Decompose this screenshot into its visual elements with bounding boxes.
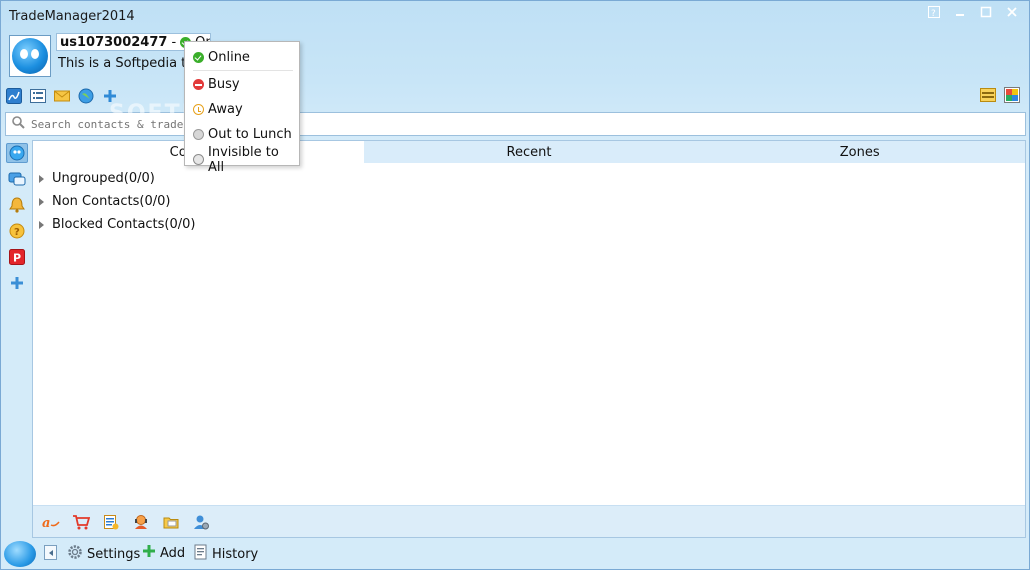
username-separator: - <box>171 34 177 50</box>
minimize-icon[interactable] <box>949 4 971 20</box>
main-window: TradeManager2014 ? us1073002477 - Online… <box>0 0 1030 570</box>
status-dropdown-menu: Online Busy Away Out to Lunch Invisible … <box>184 41 300 175</box>
svg-text:a: a <box>42 516 50 529</box>
tab-recent[interactable]: Recent <box>363 141 695 163</box>
menu-item-out-to-lunch[interactable]: Out to Lunch <box>185 122 299 147</box>
expand-arrow-icon[interactable] <box>39 220 44 229</box>
settings-button[interactable]: Settings <box>67 544 140 564</box>
list-icon[interactable] <box>29 87 47 105</box>
group-label: Blocked Contacts(0/0) <box>52 217 196 232</box>
contacts-icon[interactable] <box>6 143 28 163</box>
menu-item-label: Away <box>208 102 243 117</box>
history-label: History <box>212 546 259 562</box>
search-box[interactable] <box>5 112 1026 136</box>
maximize-icon[interactable] <box>975 4 997 20</box>
menu-item-busy[interactable]: Busy <box>185 72 299 97</box>
signature-text[interactable]: This is a Softpedia tes <box>58 56 201 71</box>
search-icon <box>12 115 25 133</box>
svg-text:?: ? <box>931 9 936 18</box>
close-icon[interactable] <box>1001 4 1023 20</box>
gear-icon <box>67 544 83 564</box>
online-status-icon <box>193 52 204 63</box>
main-toolbar <box>5 86 119 106</box>
plus-icon[interactable] <box>101 87 119 105</box>
app-title: TradeManager2014 <box>9 9 135 24</box>
group-ungrouped[interactable]: Ungrouped(0/0) <box>33 167 1025 190</box>
add-button[interactable]: Add <box>142 544 185 562</box>
add-plus-icon <box>142 544 156 562</box>
expand-arrow-icon[interactable] <box>39 174 44 183</box>
group-label: Ungrouped(0/0) <box>52 171 155 186</box>
p-icon[interactable]: P <box>6 247 28 267</box>
messages-icon[interactable] <box>6 169 28 189</box>
toolbar-right <box>979 86 1021 104</box>
account-icon[interactable] <box>191 512 211 532</box>
username: us1073002477 <box>60 34 168 50</box>
avatar-face-icon <box>12 38 48 74</box>
skin-icon[interactable] <box>1003 86 1021 104</box>
add-icon[interactable] <box>6 273 28 293</box>
bottom-toolbar: a <box>33 505 1025 537</box>
service-icon[interactable] <box>131 512 151 532</box>
invisible-status-icon <box>193 154 204 165</box>
orders-icon[interactable] <box>101 512 121 532</box>
menu-item-label: Busy <box>208 77 240 92</box>
collapse-button[interactable] <box>44 545 57 560</box>
busy-status-icon <box>193 79 204 90</box>
tab-bar: Contacts Recent Zones <box>33 141 1026 163</box>
globe-icon[interactable] <box>77 87 95 105</box>
help-icon[interactable]: ? <box>923 4 945 20</box>
history-icon <box>194 544 208 564</box>
menu-item-invisible[interactable]: Invisible to All <box>185 144 299 175</box>
status-bar: Settings Add History <box>1 541 1029 569</box>
tab-zones[interactable]: Zones <box>694 141 1026 163</box>
menu-item-label: Out to Lunch <box>208 127 292 142</box>
profile-header: us1073002477 - Online This is a Softpedi… <box>9 33 1019 83</box>
edit-icon[interactable] <box>5 87 23 105</box>
menu-item-label: Invisible to All <box>208 144 279 175</box>
menu-item-away[interactable]: Away <box>185 97 299 122</box>
menu-item-label: Online <box>208 50 250 65</box>
lunch-status-icon <box>193 129 204 140</box>
avatar[interactable] <box>9 35 51 77</box>
group-label: Non Contacts(0/0) <box>52 194 171 209</box>
cart-icon[interactable] <box>71 512 91 532</box>
mail-icon[interactable] <box>53 87 71 105</box>
group-blocked-contacts[interactable]: Blocked Contacts(0/0) <box>33 213 1025 236</box>
expand-arrow-icon[interactable] <box>39 197 44 206</box>
settings-label: Settings <box>87 546 141 562</box>
svg-text:P: P <box>13 252 21 265</box>
question-icon[interactable]: ? <box>6 221 28 241</box>
window-controls: ? <box>923 4 1023 20</box>
group-non-contacts[interactable]: Non Contacts(0/0) <box>33 190 1025 213</box>
title-bar: TradeManager2014 ? <box>1 1 1029 31</box>
contact-tree: Ungrouped(0/0) Non Contacts(0/0) Blocked… <box>33 163 1025 236</box>
bell-icon[interactable] <box>6 195 28 215</box>
history-button[interactable]: History <box>194 544 258 564</box>
alibaba-icon[interactable]: a <box>41 512 61 532</box>
contacts-panel: Contacts Recent Zones Ungrouped(0/0) Non… <box>32 140 1026 538</box>
left-sidebar: ? P <box>4 140 30 540</box>
menu-separator <box>193 70 293 71</box>
calendar-icon[interactable] <box>979 86 997 104</box>
away-clock-icon <box>193 104 204 115</box>
brand-bubble-icon[interactable] <box>4 541 36 567</box>
menu-item-online[interactable]: Online <box>185 45 299 70</box>
svg-text:?: ? <box>14 227 20 238</box>
folder-icon[interactable] <box>161 512 181 532</box>
add-label: Add <box>160 545 186 561</box>
